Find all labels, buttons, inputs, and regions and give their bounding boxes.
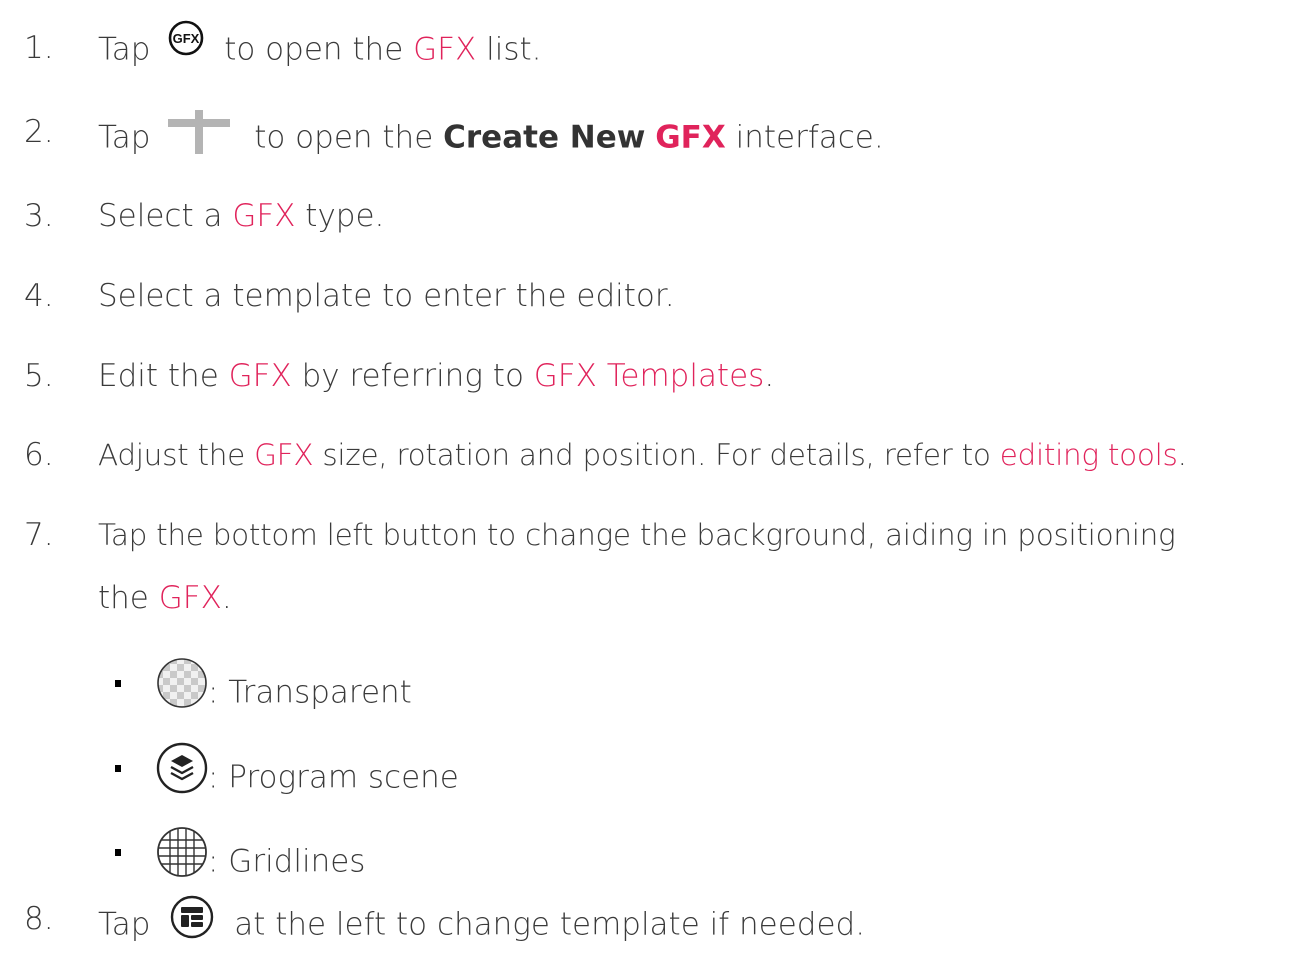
gfx-term: GFX <box>254 438 314 472</box>
step-text: Select a template to enter the editor. <box>98 276 675 316</box>
step-number: 3. <box>24 198 54 234</box>
plus-icon <box>168 110 231 164</box>
step-text-part: by referring to <box>301 358 524 394</box>
step-text-part: Tap <box>98 906 151 943</box>
step-text-part: . <box>764 358 775 394</box>
step-number: 4. <box>24 278 54 314</box>
step-number: 1. <box>24 30 54 66</box>
step-text: Tap at the left to change template if ne… <box>98 895 866 953</box>
layers-circle-icon <box>156 742 208 804</box>
step-text-part: type. <box>305 198 385 234</box>
step-text-part: Tap <box>98 119 151 156</box>
step-number: 7. <box>24 517 54 553</box>
gfx-term: GFX <box>655 119 726 156</box>
step-text-part: . <box>221 580 232 616</box>
gfx-circle-icon: GFX <box>168 20 204 66</box>
editing-tools-link[interactable]: editing tools <box>1000 438 1178 472</box>
option-text: : Transparent <box>156 658 412 725</box>
gfx-term: GFX <box>232 198 296 234</box>
option-label: : Program scene <box>208 759 459 796</box>
step-number: 8. <box>24 901 54 937</box>
step-text-part: at the left to change template if needed… <box>234 906 866 943</box>
step-text: Edit the GFX by referring to GFX Templat… <box>98 356 774 396</box>
step-text-part: size, rotation and position. For details… <box>322 438 991 472</box>
create-new-term: Create New <box>443 119 646 156</box>
step-text-part: Select a template to enter the editor. <box>98 278 675 314</box>
step-text-part: Tap <box>98 31 151 68</box>
grid-circle-icon <box>156 826 208 888</box>
option-label: : Transparent <box>208 674 412 711</box>
step-text-part: Tap the bottom left button to change the… <box>98 518 1176 552</box>
step-text: Select a GFX type. <box>98 196 384 236</box>
option-text: : Gridlines <box>156 827 366 894</box>
bullet <box>115 765 121 772</box>
step-text-part: list. <box>486 31 542 68</box>
gfx-term: GFX <box>413 31 477 68</box>
checkerboard-circle-icon <box>156 657 208 719</box>
step-text-part: to open the <box>254 119 434 156</box>
step-text: Tap the bottom left button to change the… <box>98 515 1176 555</box>
step-text: Tap GFX to open the GFX list. <box>98 20 542 74</box>
step-text-part: Edit the <box>98 358 219 394</box>
option-label: : Gridlines <box>208 843 366 880</box>
option-text: : Program scene <box>156 742 459 810</box>
step-text-part: interface. <box>735 119 884 156</box>
step-text: the GFX. <box>98 578 232 618</box>
svg-text:GFX: GFX <box>173 31 200 46</box>
template-circle-icon <box>170 895 214 949</box>
step-text-part: Adjust the <box>98 438 246 472</box>
gfx-templates-link[interactable]: GFX Templates <box>534 358 765 394</box>
bullet <box>115 849 121 856</box>
gfx-term: GFX <box>228 358 292 394</box>
step-text-part: the <box>98 580 149 616</box>
step-text-part: to open the <box>224 31 404 68</box>
step-number: 6. <box>24 437 54 473</box>
step-text: Tap to open the Create New GFX interface… <box>98 110 884 166</box>
gfx-term: GFX <box>158 580 222 616</box>
bullet <box>115 680 121 687</box>
step-text-part: Select a <box>98 198 223 234</box>
step-text: Adjust the GFX size, rotation and positi… <box>98 435 1187 475</box>
step-text-part: . <box>1177 438 1187 472</box>
step-number: 2. <box>24 114 54 150</box>
step-number: 5. <box>24 358 54 394</box>
